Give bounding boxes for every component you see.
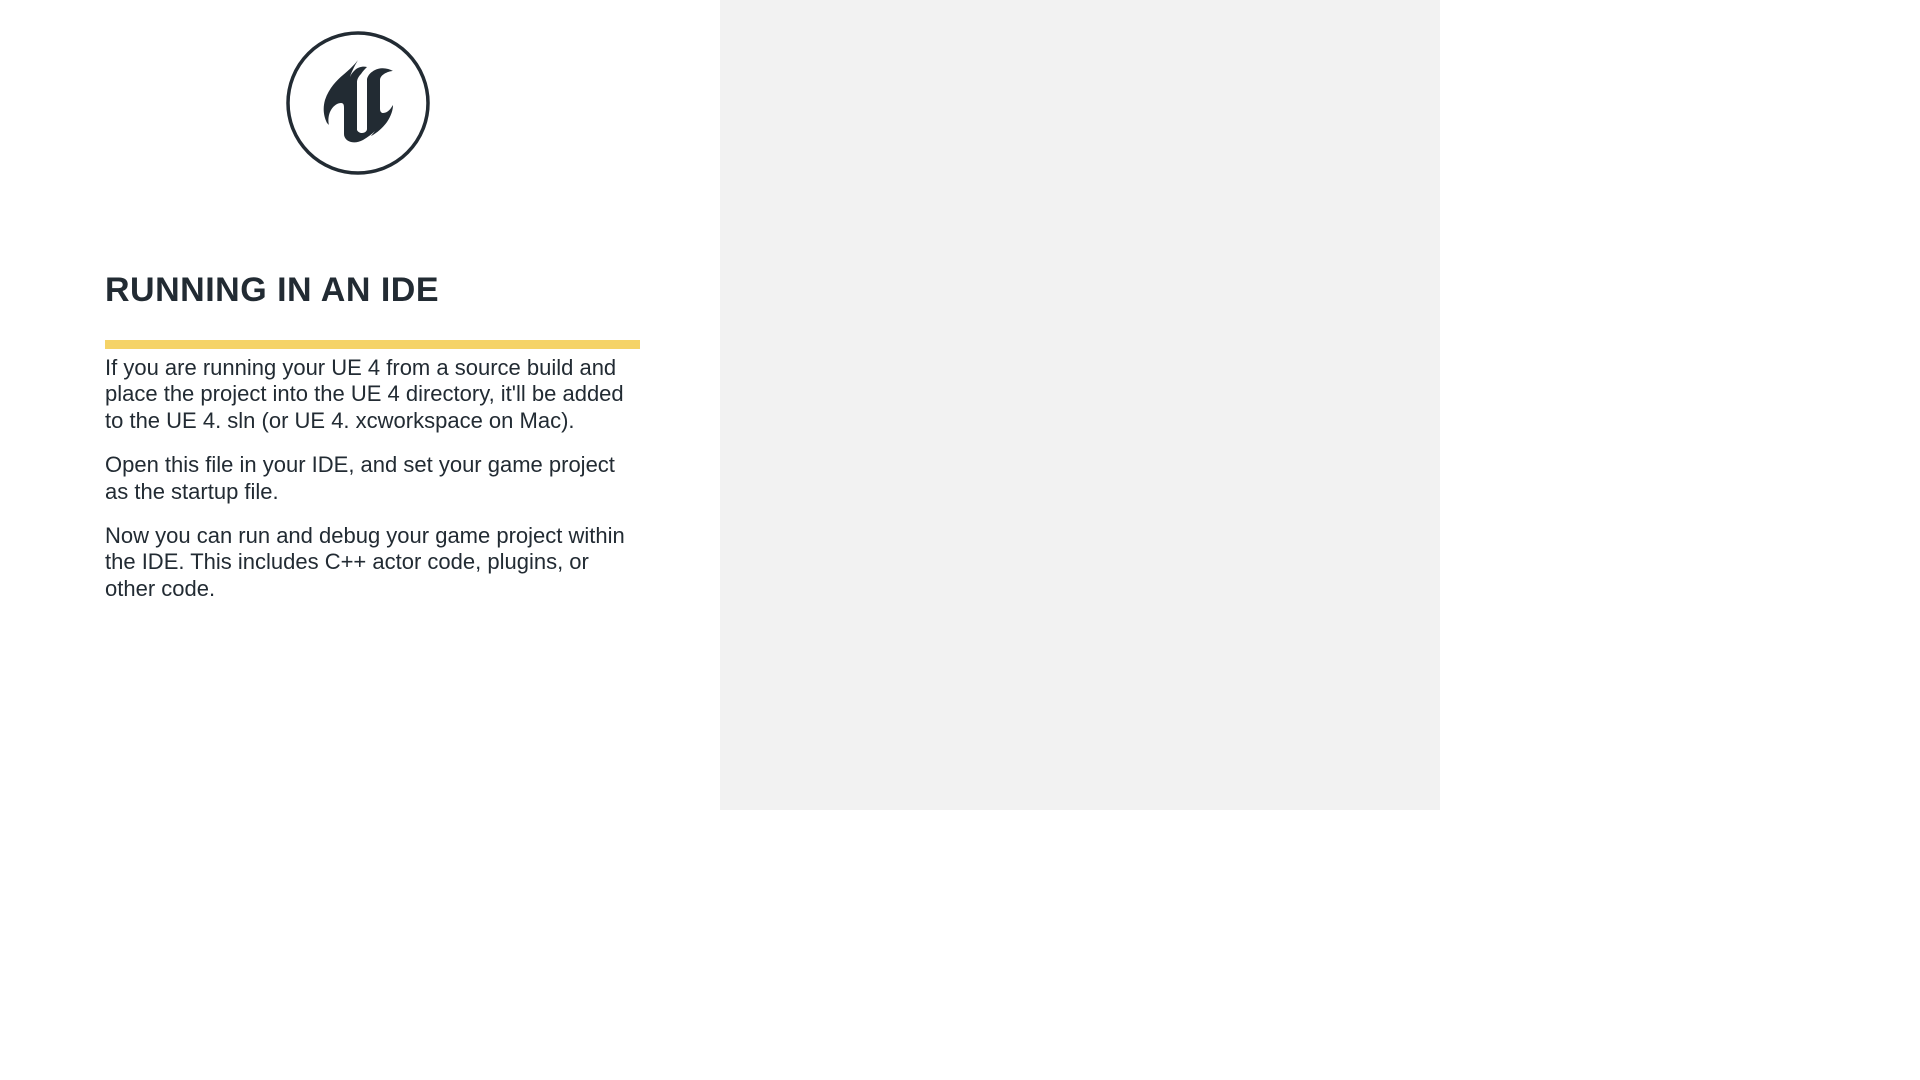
title-divider bbox=[105, 340, 640, 349]
slide-right-panel bbox=[720, 0, 1440, 810]
paragraph-3: Now you can run and debug your game proj… bbox=[105, 523, 635, 602]
unreal-engine-logo-icon bbox=[285, 30, 431, 176]
paragraph-1: If you are running your UE 4 from a sour… bbox=[105, 355, 635, 434]
slide-title: RUNNING IN AN IDE bbox=[105, 271, 640, 310]
logo-container bbox=[285, 30, 640, 181]
paragraph-2: Open this file in your IDE, and set your… bbox=[105, 452, 635, 505]
slide-left-panel: RUNNING IN AN IDE If you are running you… bbox=[0, 0, 720, 810]
